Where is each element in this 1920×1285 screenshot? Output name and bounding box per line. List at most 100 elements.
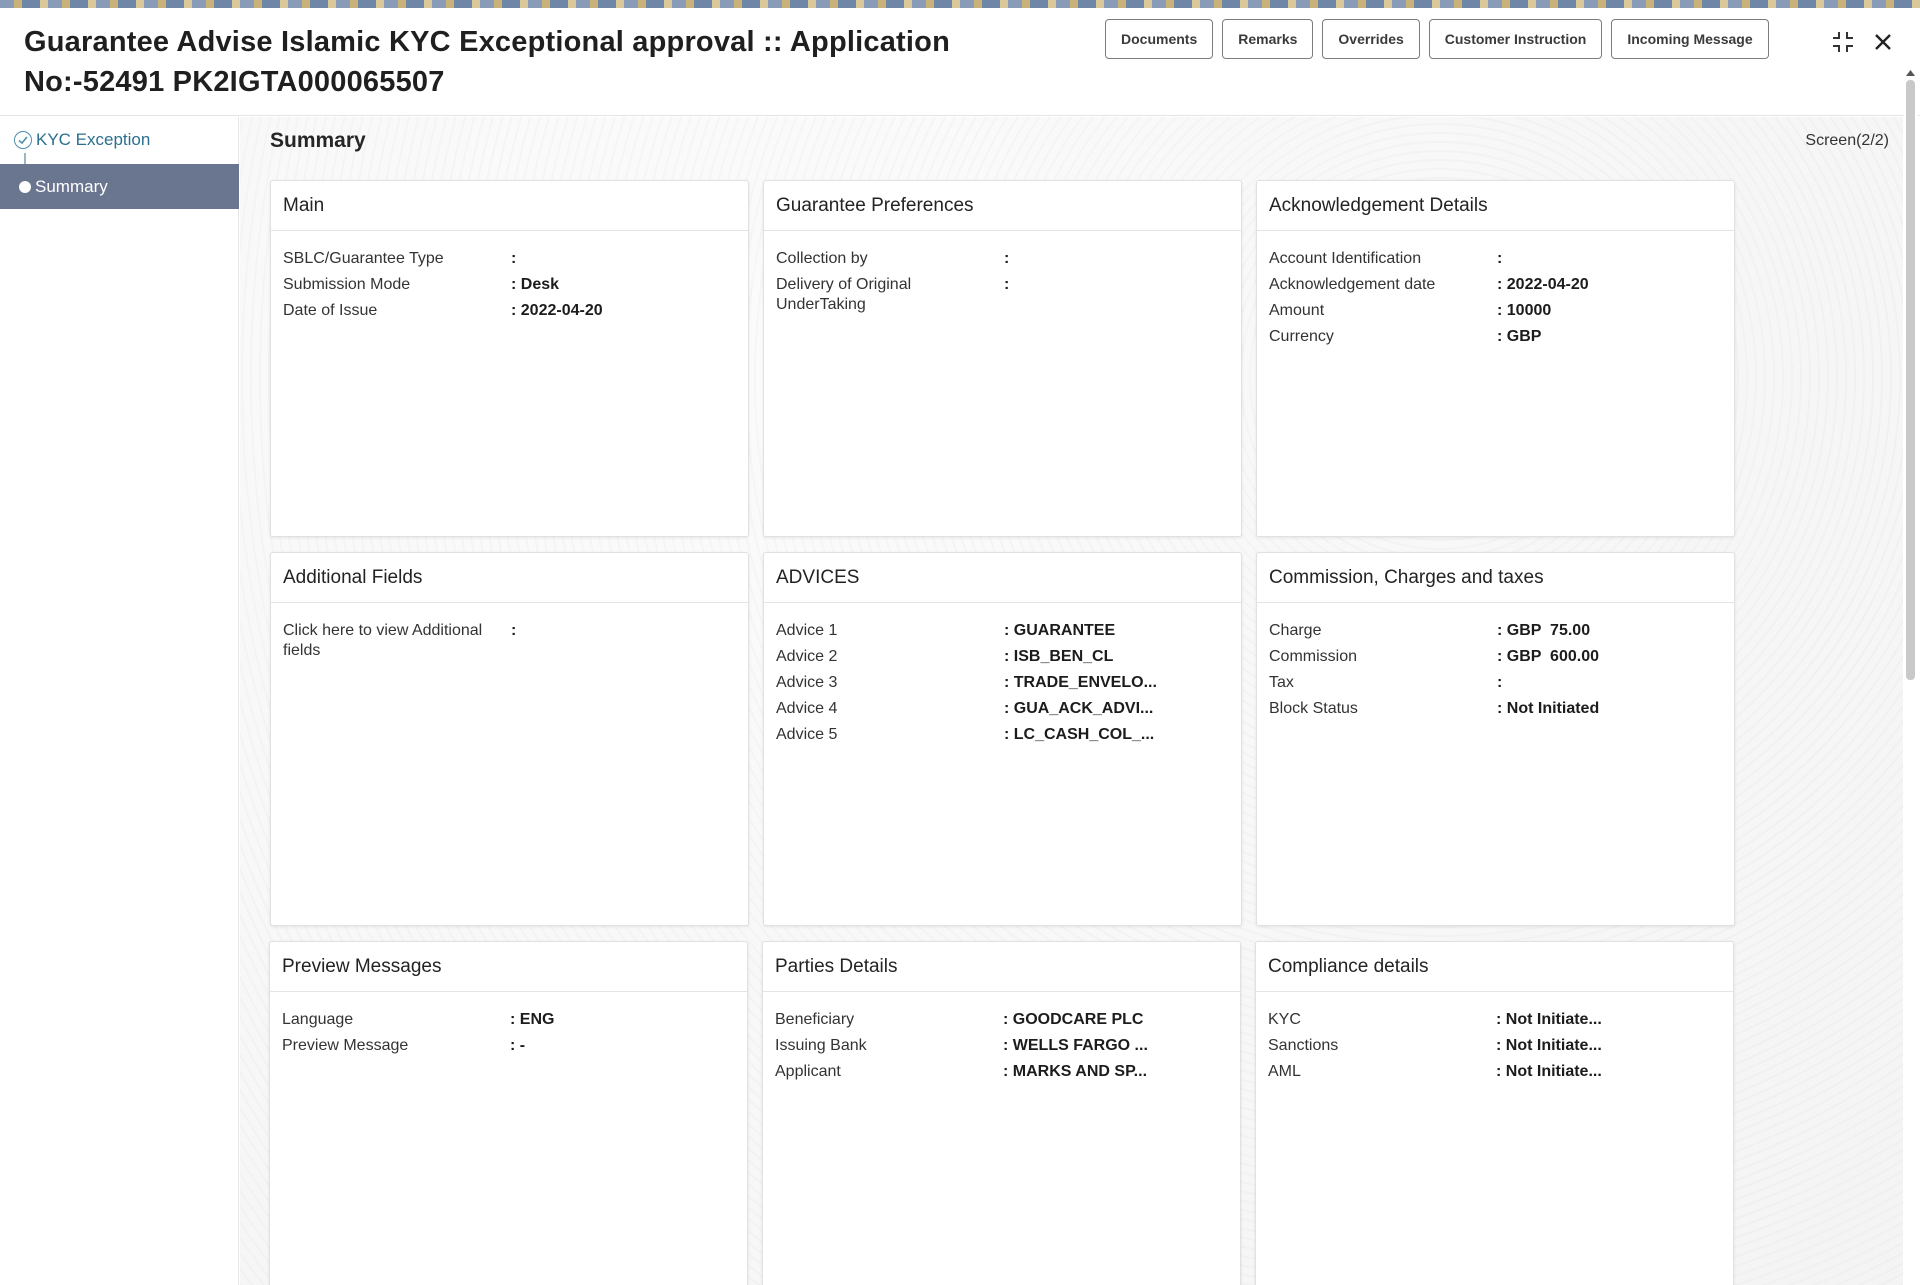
sidebar-item-summary[interactable]: Summary: [0, 164, 239, 209]
field-row: Preview Message: -: [282, 1036, 735, 1056]
field-value: : GUARANTEE: [1004, 621, 1224, 641]
field-row: Date of Issue: 2022-04-20: [283, 301, 736, 321]
field-row: Language: ENG: [282, 1010, 735, 1030]
card-title: Commission, Charges and taxes: [1257, 553, 1734, 603]
field-value: :: [1497, 673, 1717, 693]
card-guarantee-preferences[interactable]: Guarantee Preferences Collection by: Del…: [763, 180, 1242, 537]
card-title: Main: [271, 181, 748, 231]
top-banner-stripe: [0, 0, 1920, 8]
field-label: Beneficiary: [775, 1010, 1003, 1030]
field-value: : GBP: [1497, 327, 1717, 347]
field-label: Currency: [1269, 327, 1497, 347]
field-label: Amount: [1269, 301, 1497, 321]
field-row: Delivery of Original UnderTaking:: [776, 275, 1229, 315]
field-label: Submission Mode: [283, 275, 511, 295]
card-body: Beneficiary: GOODCARE PLC Issuing Bank: …: [763, 992, 1240, 1082]
field-row: Submission Mode: Desk: [283, 275, 736, 295]
documents-button[interactable]: Documents: [1105, 19, 1213, 59]
field-row: AML: Not Initiate...: [1268, 1062, 1721, 1082]
field-label: Account Identification: [1269, 249, 1497, 269]
customer-instruction-button[interactable]: Customer Instruction: [1429, 19, 1603, 59]
field-value: :: [1004, 275, 1224, 315]
page-title: Guarantee Advise Islamic KYC Exceptional…: [24, 22, 1084, 102]
field-row: Advice 4: GUA_ACK_ADVI...: [776, 699, 1229, 719]
page-header: Guarantee Advise Islamic KYC Exceptional…: [0, 8, 1920, 116]
card-main[interactable]: Main SBLC/Guarantee Type: Submission Mod…: [270, 180, 749, 537]
card-title: Parties Details: [763, 942, 1240, 992]
field-label: Acknowledgement date: [1269, 275, 1497, 295]
field-row: Advice 5: LC_CASH_COL_...: [776, 725, 1229, 745]
field-value: : GUA_ACK_ADVI...: [1004, 699, 1224, 719]
sidebar-item-label: Summary: [35, 177, 108, 197]
field-label: Sanctions: [1268, 1036, 1496, 1056]
sidebar-item-kyc-exception[interactable]: KYC Exception: [14, 127, 150, 153]
field-value: : Not Initiate...: [1496, 1010, 1716, 1030]
field-row: KYC: Not Initiate...: [1268, 1010, 1721, 1030]
overrides-button[interactable]: Overrides: [1322, 19, 1419, 59]
field-row: Tax:: [1269, 673, 1722, 693]
field-row: Currency: GBP: [1269, 327, 1722, 347]
field-row: Collection by:: [776, 249, 1229, 269]
field-value: : 10000: [1497, 301, 1717, 321]
field-label: AML: [1268, 1062, 1496, 1082]
field-label: Advice 5: [776, 725, 1004, 745]
field-label: Delivery of Original UnderTaking: [776, 275, 976, 315]
card-body: SBLC/Guarantee Type: Submission Mode: De…: [271, 231, 748, 321]
field-value: : WELLS FARGO ...: [1003, 1036, 1223, 1056]
field-label: Advice 4: [776, 699, 1004, 719]
card-parties-details[interactable]: Parties Details Beneficiary: GOODCARE PL…: [762, 941, 1241, 1285]
card-title: Additional Fields: [271, 553, 748, 603]
sidebar-item-label: KYC Exception: [36, 130, 150, 150]
card-commission-charges-taxes[interactable]: Commission, Charges and taxes Charge: GB…: [1256, 552, 1735, 926]
card-body: Charge: GBP 75.00 Commission: GBP 600.00…: [1257, 603, 1734, 719]
field-row: Issuing Bank: WELLS FARGO ...: [775, 1036, 1228, 1056]
field-value: : LC_CASH_COL_...: [1004, 725, 1224, 745]
field-label: Block Status: [1269, 699, 1497, 719]
card-title: Guarantee Preferences: [764, 181, 1241, 231]
field-value: : Not Initiated: [1497, 699, 1717, 719]
field-value: : -: [510, 1036, 730, 1056]
card-preview-messages[interactable]: Preview Messages Language: ENG Preview M…: [269, 941, 748, 1285]
card-body: KYC: Not Initiate... Sanctions: Not Init…: [1256, 992, 1733, 1082]
field-value: :: [511, 249, 731, 269]
train-stop-sidebar: KYC Exception Summary: [0, 117, 239, 1285]
field-value: : Not Initiate...: [1496, 1062, 1716, 1082]
field-label: Collection by: [776, 249, 1004, 269]
scroll-up-arrow-icon[interactable]: [1905, 68, 1916, 78]
close-icon[interactable]: [1869, 28, 1897, 56]
field-label: Issuing Bank: [775, 1036, 1003, 1056]
field-label: Commission: [1269, 647, 1497, 667]
field-row: Commission: GBP 600.00: [1269, 647, 1722, 667]
field-value: : 2022-04-20: [1497, 275, 1717, 295]
field-value: : GBP 600.00: [1497, 647, 1717, 667]
field-label: Preview Message: [282, 1036, 510, 1056]
field-row: Account Identification:: [1269, 249, 1722, 269]
card-additional-fields[interactable]: Additional Fields Click here to view Add…: [270, 552, 749, 926]
remarks-button[interactable]: Remarks: [1222, 19, 1313, 59]
header-toolbar: Documents Remarks Overrides Customer Ins…: [1105, 19, 1769, 59]
incoming-message-button[interactable]: Incoming Message: [1611, 19, 1768, 59]
card-advices[interactable]: ADVICES Advice 1: GUARANTEE Advice 2: IS…: [763, 552, 1242, 926]
field-label: KYC: [1268, 1010, 1496, 1030]
minimize-icon[interactable]: [1829, 28, 1857, 56]
field-value: :: [1497, 249, 1717, 269]
additional-fields-link[interactable]: Click here to view Additional fields: [283, 621, 501, 661]
field-row: Click here to view Additional fields:: [283, 621, 736, 661]
field-value: :: [1004, 249, 1224, 269]
field-value: : TRADE_ENVELO...: [1004, 673, 1224, 693]
scrollbar-thumb[interactable]: [1906, 80, 1915, 680]
field-value: : Desk: [511, 275, 731, 295]
card-title: ADVICES: [764, 553, 1241, 603]
screen-indicator: Screen(2/2): [1805, 132, 1889, 150]
field-row: Advice 1: GUARANTEE: [776, 621, 1229, 641]
field-row: Sanctions: Not Initiate...: [1268, 1036, 1721, 1056]
card-acknowledgement-details[interactable]: Acknowledgement Details Account Identifi…: [1256, 180, 1735, 537]
field-row: Amount: 10000: [1269, 301, 1722, 321]
card-compliance-details[interactable]: Compliance details KYC: Not Initiate... …: [1255, 941, 1734, 1285]
field-value: : Not Initiate...: [1496, 1036, 1716, 1056]
check-circle-icon: [14, 131, 32, 149]
field-row: Acknowledgement date: 2022-04-20: [1269, 275, 1722, 295]
field-label: Date of Issue: [283, 301, 511, 321]
card-title: Preview Messages: [270, 942, 747, 992]
card-title: Compliance details: [1256, 942, 1733, 992]
